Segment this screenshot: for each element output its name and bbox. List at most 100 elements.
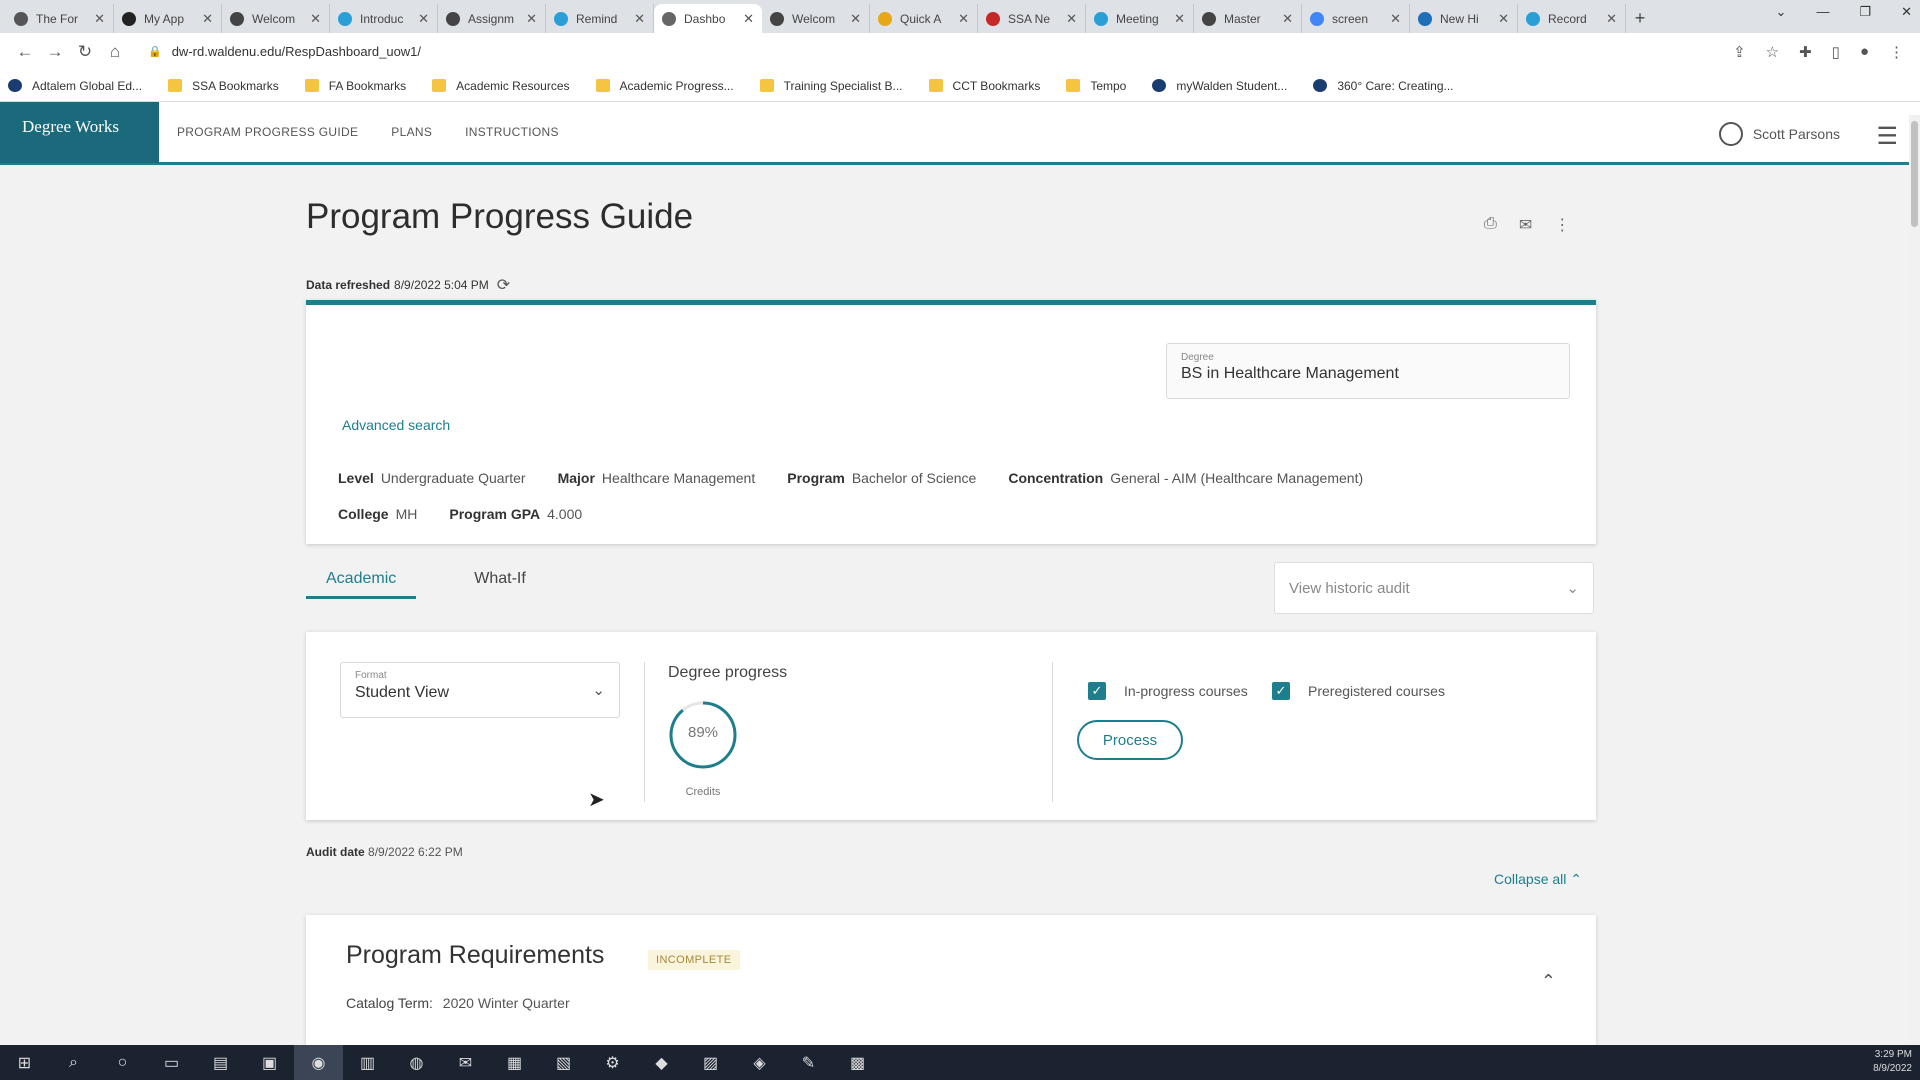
close-window-icon[interactable]: ✕ <box>1901 4 1912 20</box>
close-tab-icon[interactable]: ✕ <box>418 11 429 27</box>
browser-tab[interactable]: Remind ✕ <box>546 4 654 33</box>
close-tab-icon[interactable]: ✕ <box>1390 11 1401 27</box>
close-tab-icon[interactable]: ✕ <box>743 11 754 27</box>
chevron-up-icon[interactable]: ⌃ <box>1541 971 1556 992</box>
word-icon[interactable]: ▨ <box>686 1045 735 1080</box>
close-tab-icon[interactable]: ✕ <box>1606 11 1617 27</box>
new-tab-button[interactable]: + <box>1626 4 1654 33</box>
collapse-all-link[interactable]: Collapse all ⌃ <box>1494 871 1582 888</box>
notes-icon[interactable]: ▦ <box>490 1045 539 1080</box>
browser-tab[interactable]: The For ✕ <box>6 4 114 33</box>
close-tab-icon[interactable]: ✕ <box>1066 11 1077 27</box>
browser-menu-icon[interactable]: ⋮ <box>1889 43 1904 61</box>
advanced-search-link[interactable]: Advanced search <box>342 417 450 433</box>
share-icon[interactable]: ⇪ <box>1733 43 1746 61</box>
bookmark-item[interactable]: myWalden Student... <box>1152 79 1287 93</box>
browser-tab[interactable]: Welcom ✕ <box>762 4 870 33</box>
browser-tab[interactable]: Assignm ✕ <box>438 4 546 33</box>
close-tab-icon[interactable]: ✕ <box>1282 11 1293 27</box>
tab-what-if[interactable]: What-If <box>454 570 546 599</box>
historic-audit-select[interactable]: View historic audit ⌄ <box>1274 562 1594 614</box>
bookmark-item[interactable]: Adtalem Global Ed... <box>8 79 142 93</box>
chrome-icon[interactable]: ◉ <box>294 1045 343 1080</box>
cortana-icon[interactable]: ○ <box>98 1045 147 1080</box>
preregistered-checkbox[interactable]: ✓ Preregistered courses <box>1272 682 1445 700</box>
globe-icon[interactable]: ◍ <box>392 1045 441 1080</box>
restore-icon[interactable]: ❐ <box>1859 4 1871 20</box>
back-icon[interactable]: ← <box>10 42 40 62</box>
bookmark-item[interactable]: CCT Bookmarks <box>928 79 1040 93</box>
acrobat-icon[interactable]: ◆ <box>637 1045 686 1080</box>
onenote-icon[interactable]: ▥ <box>343 1045 392 1080</box>
close-tab-icon[interactable]: ✕ <box>310 11 321 27</box>
minimize-icon[interactable]: — <box>1816 4 1829 20</box>
close-tab-icon[interactable]: ✕ <box>850 11 861 27</box>
search-icon[interactable]: ⌕ <box>49 1045 98 1080</box>
tab-academic[interactable]: Academic <box>306 570 417 599</box>
browser-tab-label: SSA Ne <box>1008 11 1051 26</box>
feather-icon[interactable]: ✎ <box>784 1045 833 1080</box>
forward-icon[interactable]: → <box>40 42 70 62</box>
file-explorer-icon[interactable]: ▤ <box>196 1045 245 1080</box>
format-select[interactable]: Format Student View ⌄ <box>340 662 620 718</box>
home-icon[interactable]: ⌂ <box>100 42 130 62</box>
bookmark-item[interactable]: SSA Bookmarks <box>168 79 279 93</box>
bookmark-item[interactable]: FA Bookmarks <box>304 79 406 93</box>
browser-tab[interactable]: Meeting ✕ <box>1086 4 1194 33</box>
outlook-icon[interactable]: ✉ <box>441 1045 490 1080</box>
close-tab-icon[interactable]: ✕ <box>634 11 645 27</box>
browser-tab[interactable]: Welcom ✕ <box>222 4 330 33</box>
browser-tab[interactable]: My App ✕ <box>114 4 222 33</box>
excel-icon[interactable]: ▧ <box>539 1045 588 1080</box>
bookmark-item[interactable]: 360° Care: Creating... <box>1313 79 1454 93</box>
drop-icon[interactable]: ◈ <box>735 1045 784 1080</box>
nav-instructions[interactable]: INSTRUCTIONS <box>465 125 559 139</box>
scrollbar-thumb[interactable] <box>1911 121 1918 227</box>
close-tab-icon[interactable]: ✕ <box>1498 11 1509 27</box>
settings-icon[interactable]: ⚙ <box>588 1045 637 1080</box>
browser-tab[interactable]: Quick A ✕ <box>870 4 978 33</box>
email-icon[interactable]: ✉ <box>1519 215 1532 235</box>
close-tab-icon[interactable]: ✕ <box>1174 11 1185 27</box>
refresh-icon[interactable]: ⟳ <box>497 275 510 295</box>
inprogress-checkbox[interactable]: ✓ In-progress courses <box>1088 682 1248 700</box>
url-field[interactable]: 🔒 dw-rd.waldenu.edu/RespDashboard_uow1/ <box>148 44 1733 59</box>
page-scrollbar[interactable] <box>1909 115 1920 1045</box>
bookmark-item[interactable]: Academic Progress... <box>595 79 734 93</box>
close-tab-icon[interactable]: ✕ <box>526 11 537 27</box>
degree-select[interactable]: Degree BS in Healthcare Management <box>1166 343 1570 399</box>
taskbar-clock[interactable]: 3:29 PM 8/9/2022 <box>1873 1048 1912 1076</box>
reload-icon[interactable]: ↻ <box>70 42 100 62</box>
degree-works-logo[interactable]: Degree Works <box>0 102 159 163</box>
sidepanel-icon[interactable]: ▯ <box>1832 43 1840 61</box>
app-icon[interactable]: ▩ <box>833 1045 882 1080</box>
browser-tab[interactable]: Introduc ✕ <box>330 4 438 33</box>
print-icon[interactable]: ⎙ <box>1484 215 1497 235</box>
browser-tab[interactable]: SSA Ne ✕ <box>978 4 1086 33</box>
start-icon[interactable]: ⊞ <box>0 1045 49 1080</box>
close-tab-icon[interactable]: ✕ <box>958 11 969 27</box>
bookmark-item[interactable]: Tempo <box>1066 79 1126 93</box>
teams-icon[interactable]: ▣ <box>245 1045 294 1080</box>
task-view-icon[interactable]: ▭ <box>147 1045 196 1080</box>
nav-program-progress-guide[interactable]: PROGRAM PROGRESS GUIDE <box>177 125 358 139</box>
favicon-icon <box>14 11 28 26</box>
more-options-icon[interactable]: ⋮ <box>1554 215 1570 235</box>
process-button[interactable]: Process <box>1077 720 1183 760</box>
browser-tab[interactable]: New Hi ✕ <box>1410 4 1518 33</box>
browser-tab[interactable]: screen ✕ <box>1302 4 1410 33</box>
profile-icon[interactable]: ● <box>1860 43 1869 61</box>
extensions-icon[interactable]: ✚ <box>1799 43 1812 61</box>
hamburger-menu-icon[interactable]: ☰ <box>1876 122 1898 151</box>
user-menu[interactable]: Scott Parsons <box>1718 122 1840 146</box>
browser-tab[interactable]: Dashbo ✕ <box>654 4 762 33</box>
browser-tab[interactable]: Master ✕ <box>1194 4 1302 33</box>
bookmark-item[interactable]: Academic Resources <box>432 79 570 93</box>
star-icon[interactable]: ☆ <box>1766 43 1779 61</box>
browser-tab[interactable]: Record ✕ <box>1518 4 1626 33</box>
close-tab-icon[interactable]: ✕ <box>202 11 213 27</box>
nav-plans[interactable]: PLANS <box>391 125 432 139</box>
close-tab-icon[interactable]: ✕ <box>94 11 105 27</box>
bookmark-item[interactable]: Training Specialist B... <box>759 79 903 93</box>
tab-search-icon[interactable]: ⌄ <box>1776 4 1787 20</box>
